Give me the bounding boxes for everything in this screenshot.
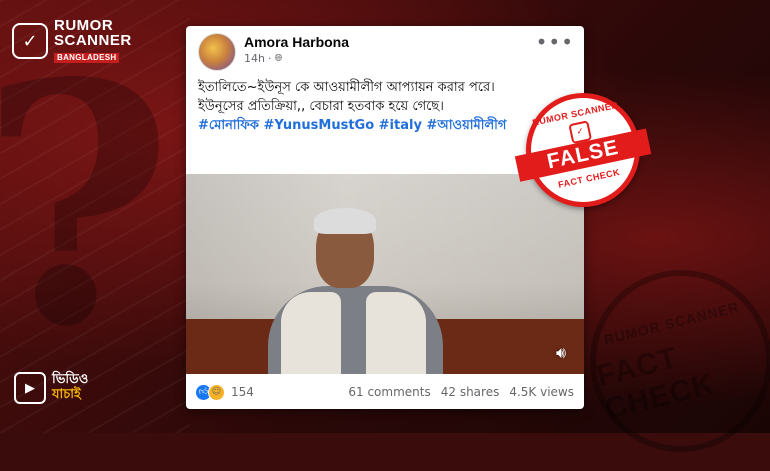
more-options-icon[interactable]: ••• <box>536 30 574 54</box>
post-meta: 14h · 🌐︎ <box>244 52 283 65</box>
avatar[interactable] <box>198 33 236 71</box>
brand-line3: BANGLADESH <box>54 53 120 63</box>
rumor-scanner-logo: ✓ RUMOR SCANNER BANGLADESH <box>12 18 132 64</box>
reactions[interactable]: 👍︎ ☺ 154 <box>196 383 254 401</box>
post-stats-bar: 👍︎ ☺ 154 61 comments 42 shares 4.5K view… <box>186 380 584 404</box>
brand-line1: RUMOR <box>54 17 114 34</box>
views-count: 4.5K views <box>509 385 574 399</box>
facebook-post-card: Amora Harbona 14h · 🌐︎ ••• ইতালিতে~ইউনূস… <box>186 26 584 409</box>
comments-count[interactable]: 61 comments <box>348 385 430 399</box>
post-hashtags[interactable]: #মোনাফিক #YunusMustGo #italy #আওয়ামীলীগ <box>198 116 572 135</box>
post-text-line2: ইউনূসের প্রতিক্রিয়া,, বেচারা হতবাক হয়ে… <box>198 99 444 114</box>
volume-icon[interactable]: 🔊︎ <box>550 342 572 364</box>
video-badge-line2: যাচাই <box>52 387 81 402</box>
shares-count[interactable]: 42 shares <box>441 385 500 399</box>
post-author[interactable]: Amora Harbona <box>244 34 349 50</box>
post-text-line1: ইতালিতে~ইউনূস কে আওয়ামীলীগ আপ্যায়ন করা… <box>198 80 495 95</box>
video-check-badge: ▶ ভিডিও যাচাই <box>14 372 88 404</box>
video-badge-line1: ভিডিও <box>52 372 89 388</box>
shield-check-icon: ✓ <box>12 23 48 59</box>
haha-reaction-icon: ☺ <box>208 383 225 401</box>
question-mark-graphic: ? <box>0 40 173 370</box>
reaction-count[interactable]: 154 <box>231 385 254 399</box>
post-video[interactable]: 🔊︎ <box>186 174 584 374</box>
brand-line2: SCANNER <box>54 32 132 49</box>
globe-icon: 🌐︎ <box>274 53 283 64</box>
post-header: Amora Harbona 14h · 🌐︎ ••• <box>186 26 584 72</box>
video-play-icon: ▶ <box>14 372 46 404</box>
post-time[interactable]: 14h <box>244 52 265 65</box>
